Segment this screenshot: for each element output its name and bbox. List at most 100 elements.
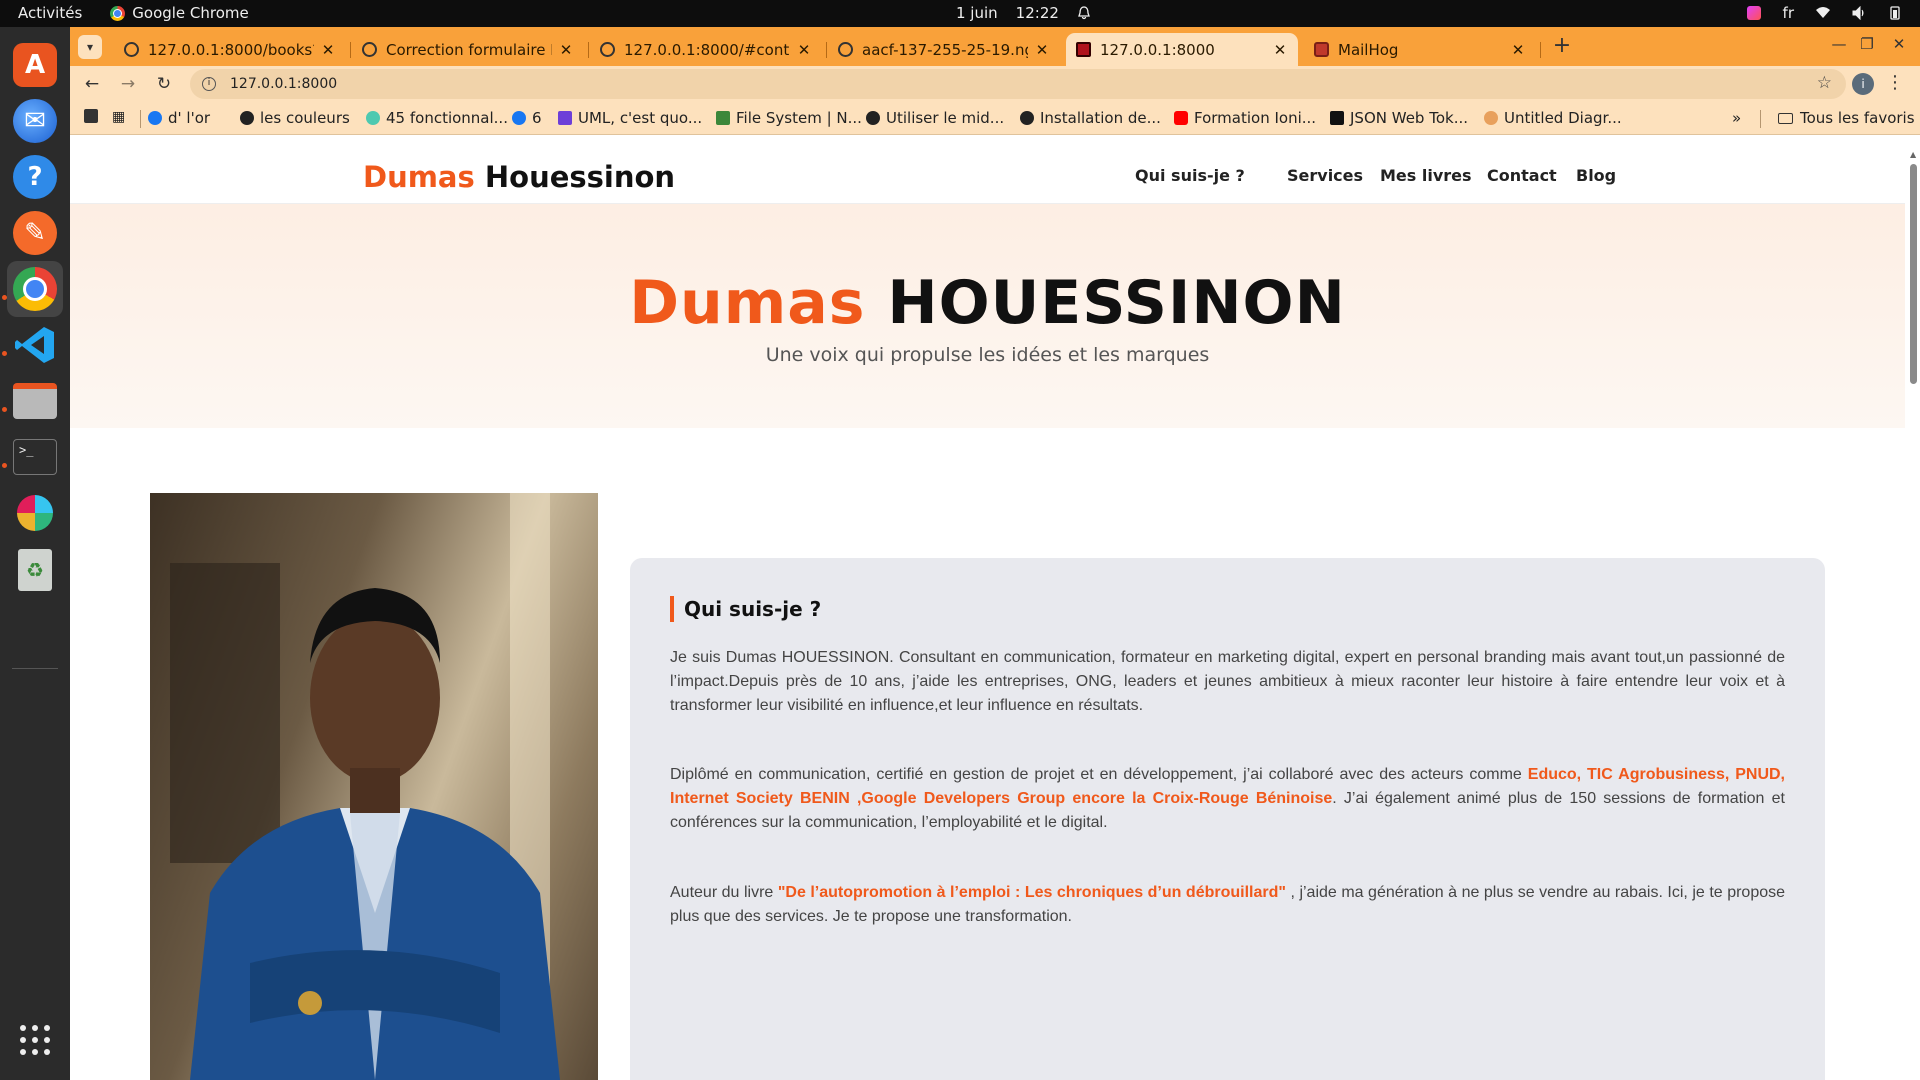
nav-link-blog[interactable]: Blog [1576, 166, 1616, 185]
tab-correction[interactable]: Correction formulaire Li ✕ [352, 33, 584, 66]
dock-separator [12, 668, 58, 669]
profile-avatar[interactable]: i [1852, 73, 1874, 95]
tab-search-button[interactable]: ▾ [78, 35, 102, 59]
dock-files[interactable] [7, 373, 63, 429]
dock-vscode[interactable] [7, 317, 63, 373]
url-text: 127.0.0.1:8000 [230, 76, 338, 92]
bookmark-item[interactable]: UML, c'est quo... [558, 109, 702, 127]
dock-terminal[interactable]: >_ [7, 429, 63, 485]
active-app-name: Google Chrome [132, 4, 249, 22]
scrollbar-thumb[interactable] [1910, 164, 1917, 384]
bookmark-item[interactable]: 45 fonctionnal... [366, 109, 508, 127]
nav-link-books[interactable]: Mes livres [1380, 166, 1472, 185]
nav-link-contact[interactable]: Contact [1487, 166, 1557, 185]
globe-icon [1020, 111, 1034, 125]
kebab-icon: ⋮ [1886, 72, 1904, 93]
arrow-left-icon: ← [84, 74, 100, 94]
folder-icon [13, 383, 57, 419]
new-tab-button[interactable]: + [1550, 35, 1574, 59]
dock-app-center[interactable]: A [7, 37, 63, 93]
nodejs-icon [716, 111, 730, 125]
dock-help[interactable]: ? [7, 149, 63, 205]
restore-button[interactable]: ❐ [1856, 35, 1878, 53]
bookmark-item[interactable]: JSON Web Tok... [1330, 109, 1468, 127]
nav-link-services[interactable]: Services [1287, 166, 1363, 185]
volume-icon[interactable] [1852, 6, 1866, 20]
color-picker-icon[interactable] [1746, 6, 1761, 20]
dock-slack[interactable] [7, 485, 63, 541]
forward-button[interactable]: → [116, 72, 140, 96]
address-bar[interactable]: i 127.0.0.1:8000 ☆ [190, 69, 1846, 99]
bookmark-item-extension[interactable] [84, 109, 104, 123]
tab-title: aacf-137-255-25-19.ngro [862, 40, 1028, 59]
globe-icon [838, 42, 853, 57]
bookmark-item[interactable]: Installation de... [1020, 109, 1161, 127]
page-scrollbar[interactable]: ▲ [1908, 148, 1920, 1080]
close-icon[interactable]: ✕ [558, 41, 574, 59]
close-icon[interactable]: ✕ [796, 41, 812, 59]
clock[interactable]: 1 juin 12:22 [956, 4, 1091, 22]
site-info-icon[interactable]: i [202, 77, 216, 91]
tab-contact[interactable]: 127.0.0.1:8000/#contact ✕ [590, 33, 822, 66]
bookmark-item[interactable]: File System | N... [716, 109, 862, 127]
close-icon[interactable]: ✕ [320, 41, 336, 59]
site-logo[interactable]: Dumas Houessinon [363, 160, 675, 194]
show-apps-button[interactable] [7, 1012, 63, 1068]
tab-title: 127.0.0.1:8000/#contact [624, 40, 790, 59]
bookmark-item[interactable]: Utiliser le mid... [866, 109, 1004, 127]
dock-text-editor[interactable]: ✎ [7, 205, 63, 261]
dock-chrome[interactable] [7, 261, 63, 317]
chrome-icon [13, 267, 57, 311]
close-icon[interactable]: ✕ [1272, 41, 1288, 59]
tab-separator [350, 42, 351, 58]
tab-ngrok[interactable]: aacf-137-255-25-19.ngro ✕ [828, 33, 1060, 66]
wifi-icon[interactable] [1816, 6, 1830, 20]
bell-icon [1078, 6, 1090, 20]
bookmark-item[interactable]: les couleurs [240, 109, 350, 127]
activities-button[interactable]: Activités [18, 4, 82, 22]
globe-icon [124, 42, 139, 57]
restore-icon: ❐ [1860, 35, 1874, 53]
more-bookmarks-button[interactable]: » [1732, 109, 1741, 127]
bookmark-label: Installation de... [1040, 109, 1161, 127]
apps-button[interactable]: ▦ [112, 109, 125, 125]
close-window-button[interactable]: ✕ [1888, 35, 1910, 53]
grid-icon [20, 1025, 50, 1055]
facebook-icon [148, 111, 162, 125]
close-icon[interactable]: ✕ [1034, 41, 1050, 59]
back-button[interactable]: ← [80, 72, 104, 96]
scroll-up-icon[interactable]: ▲ [1910, 150, 1916, 159]
tab-title: Correction formulaire Li [386, 40, 552, 59]
bookmark-item[interactable]: Untitled Diagr... [1484, 109, 1622, 127]
battery-icon[interactable] [1888, 6, 1902, 20]
openai-icon [362, 42, 377, 57]
keyboard-layout[interactable]: fr [1783, 4, 1794, 22]
tab-home-active[interactable]: 127.0.0.1:8000 ✕ [1066, 33, 1298, 66]
hero-last-name: HOUESSINON [887, 268, 1346, 338]
hero-first-name: Dumas [629, 268, 866, 338]
about-p3-book-title: "De l’autopromotion à l’emploi : Les chr… [777, 884, 1286, 901]
thunderbird-icon: ✉ [13, 99, 57, 143]
reload-button[interactable]: ↻ [152, 72, 176, 96]
drawio-icon [1484, 111, 1498, 125]
minimize-button[interactable]: — [1828, 35, 1850, 53]
nav-link-about[interactable]: Qui suis-je ? [1135, 166, 1245, 185]
bookmark-star-icon[interactable]: ☆ [1817, 73, 1832, 93]
bookmark-item[interactable]: 6 [512, 109, 542, 127]
globe-icon [866, 111, 880, 125]
all-bookmarks-folder[interactable]: Tous les favoris [1778, 109, 1915, 127]
active-app-menu[interactable]: Google Chrome [110, 4, 249, 22]
bookmark-item[interactable]: d' l'or [148, 109, 210, 127]
tab-mailhog[interactable]: MailHog ✕ [1304, 33, 1536, 66]
browser-toolbar: ← → ↻ i 127.0.0.1:8000 ☆ i ⋮ [70, 66, 1920, 102]
dock-trash[interactable]: ♻ [7, 542, 63, 598]
about-p2-text: Diplômé en communication, certifié en ge… [670, 766, 1528, 783]
browser-menu-button[interactable]: ⋮ [1886, 72, 1904, 93]
trash-icon: ♻ [18, 549, 52, 591]
tab-title: 127.0.0.1:8000 [1100, 40, 1215, 59]
bookmark-item[interactable]: Formation Ioni... [1174, 109, 1316, 127]
dock-thunderbird[interactable]: ✉ [7, 93, 63, 149]
brand-last-name: Houessinon [484, 160, 676, 194]
tab-books[interactable]: 127.0.0.1:8000/books?na ✕ [114, 33, 346, 66]
close-icon[interactable]: ✕ [1510, 41, 1526, 59]
